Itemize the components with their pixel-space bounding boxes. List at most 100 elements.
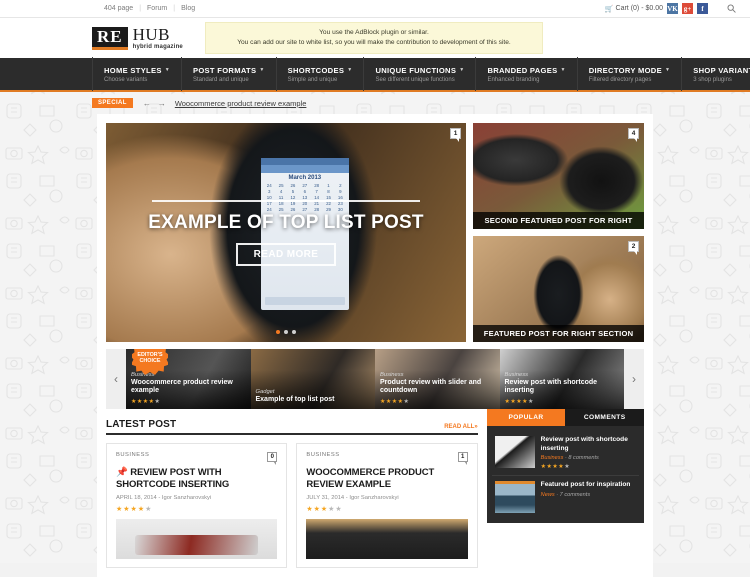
widget-post-meta: News · 7 comments	[541, 492, 636, 498]
nav-label: BRANDED PAGES	[487, 65, 558, 75]
post-title[interactable]: WOOCOMMERCE PRODUCT REVIEW EXAMPLE	[306, 467, 467, 490]
slider-dot-2[interactable]	[284, 330, 288, 334]
facebook-icon[interactable]: f	[697, 3, 708, 14]
chevron-right-icon[interactable]: ›	[624, 349, 644, 409]
cart-link[interactable]: 🛒 Cart (0) - $0.00	[605, 5, 663, 13]
nav-sub: Filtered directory pages	[588, 76, 652, 83]
widget-post-title: Review post with shortcode inserting	[540, 436, 628, 452]
top-link-404[interactable]: 404 page	[104, 5, 133, 12]
post-card[interactable]: BUSINESS 1 WOOCOMMERCE PRODUCT REVIEW EX…	[296, 443, 478, 569]
post-title-text: REVIEW POST WITH SHORTCODE INSERTING	[116, 467, 230, 490]
hero-count-badge: 1	[450, 128, 461, 142]
pin-icon: 📌	[116, 467, 128, 478]
slider-dot-1[interactable]	[276, 330, 280, 334]
special-post-link[interactable]: Woocommerce product review example	[175, 99, 307, 108]
featured-caption: SECOND FEATURED POST FOR RIGHT	[473, 212, 644, 229]
top-bar-right: 🛒 Cart (0) - $0.00 VK g+ f	[605, 3, 708, 14]
read-more-button[interactable]: READ MORE	[235, 242, 337, 266]
post-title[interactable]: 📌 REVIEW POST WITH SHORTCODE INSERTING	[116, 467, 277, 490]
carousel-item[interactable]: Gadget Example of top list post	[250, 349, 375, 409]
post-meta: APRIL 18, 2014 - Igor Sanzharovskyi	[116, 495, 277, 501]
special-ticker: SPECIAL ← → Woocommerce product review e…	[0, 92, 750, 114]
featured-caption: FEATURED POST FOR RIGHT SECTION	[473, 325, 644, 342]
logo[interactable]: RE HUB hybrid magazine	[92, 26, 183, 50]
chevron-down-icon: ▼	[560, 67, 566, 73]
post-thumbnail[interactable]	[306, 519, 468, 560]
rating-stars: ★★★★★	[116, 506, 153, 514]
nav-item-unique-functions[interactable]: UNIQUE FUNCTIONS ▼ See different unique f…	[364, 57, 477, 91]
divider: |	[173, 5, 176, 12]
featured-count-badge: 4	[628, 128, 639, 142]
adblock-line-1: You use the AdBlock plugin or similar.	[319, 28, 429, 36]
arrow-right-icon[interactable]: →	[158, 99, 166, 108]
status-badge: SPECIAL	[92, 98, 133, 108]
top-bar: 404 page | Forum | Blog 🛒 Cart (0) - $0.…	[0, 0, 750, 18]
post-thumbnail[interactable]	[116, 519, 278, 560]
vk-icon[interactable]: VK	[667, 3, 678, 14]
rating-stars: ★★★★★	[380, 399, 410, 405]
nav-item-branded-pages[interactable]: BRANDED PAGES ▼ Enhanced branding	[476, 57, 578, 91]
logo-tagline: hybrid magazine	[132, 44, 183, 50]
featured-post-second[interactable]: 4 SECOND FEATURED POST FOR RIGHT	[473, 123, 644, 229]
nav-item-shortcodes[interactable]: SHORTCODES ▼ Simple and unique	[277, 57, 365, 91]
post-card[interactable]: BUSINESS 0 📌 REVIEW POST WITH SHORTCODE …	[106, 443, 288, 569]
latest-posts-column: LATEST POST READ ALL» BUSINESS 0 📌 REVIE…	[106, 409, 478, 569]
rating-stars: ★★★★★	[540, 464, 571, 471]
featured-post-first[interactable]: 2 FEATURED POST FOR RIGHT SECTION	[473, 236, 644, 342]
divider: |	[139, 5, 142, 12]
nav-item-post-formats[interactable]: POST FORMATS ▼ Standard and unique	[182, 57, 277, 91]
nav-sub: Simple and unique	[287, 76, 338, 83]
search-icon[interactable]	[727, 4, 736, 15]
slider-dot-3[interactable]	[292, 330, 296, 334]
carousel-title: Review post with shortcode inserting	[504, 378, 598, 395]
carousel-title: Example of top list post	[255, 396, 335, 404]
thumbnail	[494, 481, 535, 514]
nav-item-shop-variants[interactable]: SHOP VARIANTS▼ 3 shop plugins	[682, 57, 750, 91]
carousel-category: Business	[504, 371, 529, 378]
read-all-link[interactable]: READ ALL»	[444, 424, 477, 430]
chevron-down-icon: ▼	[164, 67, 170, 73]
post-category[interactable]: BUSINESS	[306, 452, 339, 458]
logo-mark: RE	[92, 27, 128, 50]
widget-post-title: Featured post for inspiration	[540, 481, 631, 489]
tab-comments[interactable]: COMMENTS	[565, 409, 645, 426]
list-item[interactable]: Featured post for inspiration News · 7 c…	[492, 476, 639, 518]
widget-category[interactable]: News	[541, 492, 555, 498]
hero-divider	[152, 199, 420, 202]
top-link-blog[interactable]: Blog	[181, 5, 195, 12]
ticker-arrows: ← →	[143, 99, 166, 108]
nav-item-home-styles[interactable]: HOME STYLES ▼ Choose variants	[92, 57, 182, 91]
top-link-forum[interactable]: Forum	[147, 5, 167, 12]
logo-name: HUB	[132, 25, 171, 44]
post-category[interactable]: BUSINESS	[116, 452, 149, 458]
sidebar-widget-body: Review post with shortcode inserting Bus…	[486, 426, 644, 524]
chevron-left-icon[interactable]: ‹	[106, 349, 126, 409]
widget-category[interactable]: Business	[541, 455, 564, 461]
carousel-item[interactable]: Business Review post with shortcode inse…	[499, 349, 624, 409]
post-author: Igor Sanzharovskyi	[349, 495, 399, 502]
nav-label: HOME STYLES	[104, 65, 162, 75]
carousel-item[interactable]: EDITOR'S CHOICE Business Woocommerce pro…	[126, 349, 251, 409]
thumbnail	[494, 436, 535, 468]
post-author: Igor Sanzharovskyi	[161, 495, 212, 502]
widget-comments: 7 comments	[559, 491, 591, 498]
badge-line-2: CHOICE	[139, 358, 161, 364]
nav-sub: Standard and unique	[192, 76, 249, 83]
main-navigation: HOME STYLES ▼ Choose variants POST FORMAT…	[0, 57, 750, 92]
nav-item-directory-mode[interactable]: DIRECTORY MODE ▼ Filtered directory pages	[578, 57, 683, 91]
hero-slider[interactable]: March 2013 24 25 26 27 28 1 2 3456789 10 11 12 13…	[106, 123, 466, 342]
slider-dots[interactable]	[106, 330, 466, 334]
arrow-left-icon[interactable]: ←	[143, 99, 151, 108]
posts-grid: BUSINESS 0 📌 REVIEW POST WITH SHORTCODE …	[106, 443, 478, 569]
hero-overlay: EXAMPLE OF TOP LIST POST READ MORE	[106, 123, 466, 342]
list-item[interactable]: Review post with shortcode inserting Bus…	[491, 431, 639, 477]
nav-sub: Choose variants	[104, 76, 148, 83]
nav-sub: 3 shop plugins	[693, 76, 732, 83]
tab-popular[interactable]: POPULAR	[486, 409, 566, 426]
post-date: APRIL 18, 2014	[116, 495, 157, 502]
google-plus-icon[interactable]: g+	[682, 3, 693, 14]
widget-post-meta: Business · 8 comments	[541, 455, 636, 461]
content-wrapper: March 2013 24 25 26 27 28 1 2 3456789 10 11 12 13…	[97, 114, 653, 577]
carousel-category: Gadget	[255, 389, 275, 396]
carousel-item[interactable]: Business Product review with slider and …	[375, 349, 500, 409]
